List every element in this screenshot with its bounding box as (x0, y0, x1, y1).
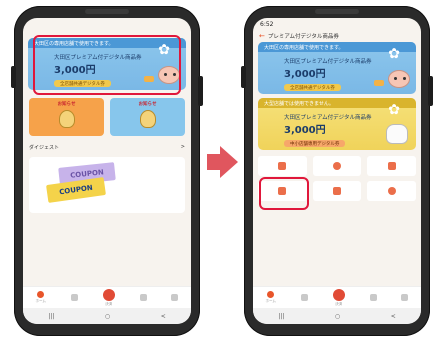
system-nav-bar: ||| ○ < (253, 308, 421, 324)
back-button[interactable]: < (161, 313, 166, 320)
voucher-name: 大田区プレミアム付デジタル商品券 (284, 115, 372, 121)
menu-icon (171, 293, 179, 301)
deer-mascot-icon (386, 124, 408, 144)
section-more-link[interactable]: > (181, 144, 185, 151)
nav-item[interactable] (139, 293, 147, 302)
nav-item[interactable] (401, 293, 409, 302)
mascot-icon (139, 110, 156, 128)
menu-icon (401, 293, 409, 301)
mascot-icon (58, 110, 75, 128)
coin-tile[interactable] (312, 156, 362, 176)
voucher-tag: 中小店舗専用デジタル券 (284, 140, 346, 147)
back-button[interactable]: < (391, 313, 396, 320)
phone-side-button (11, 66, 16, 88)
nav-home[interactable]: ホーム (265, 291, 276, 304)
cake-icon (374, 80, 384, 86)
status-bar: 6:52 (253, 18, 421, 30)
news-card-label: お知らせ (138, 102, 157, 107)
ribbon-icon: ✿ (388, 46, 400, 62)
pig-mascot-icon (388, 70, 410, 88)
back-arrow-icon[interactable]: ← (259, 32, 265, 40)
phone-side-button (428, 76, 433, 106)
speaker-notch (85, 9, 129, 14)
highlight-pay-tile (259, 177, 309, 210)
coin-icon (332, 161, 341, 170)
nav-label: ホーム (35, 299, 46, 303)
history-tile[interactable] (367, 181, 416, 201)
right-screen: 6:52 ← プレミアム付デジタル商品券 大田区の専用店舗で使用できます。 ✿ … (253, 18, 421, 324)
nav-item[interactable] (171, 293, 179, 302)
nav-label: 決済 (105, 301, 113, 306)
pay-icon (332, 288, 345, 301)
right-phone: 6:52 ← プレミアム付デジタル商品券 大田区の専用店舗で使用できます。 ✿ … (241, 6, 433, 336)
phone-side-button (241, 66, 246, 88)
nav-label: 決済 (335, 301, 343, 306)
nav-home[interactable]: ホーム (35, 291, 46, 304)
bottom-nav: ホーム 決済 (253, 286, 421, 308)
home-button[interactable]: ○ (105, 313, 110, 320)
home-icon (37, 291, 45, 298)
voucher-card-all-stores[interactable]: 大田区の専用店舗で使用できます。 ✿ 大田区プレミアム付デジタル商品券 3,00… (258, 42, 416, 94)
pay-tile[interactable] (258, 156, 307, 176)
nav-label: ホーム (265, 299, 276, 303)
bottom-nav: ホーム 決済 (23, 286, 191, 308)
transfer-tile[interactable] (312, 181, 362, 201)
ribbon-icon: ✿ (388, 102, 400, 118)
coupon-ticket: COUPON (46, 177, 106, 203)
arrow-shaft (207, 154, 221, 170)
status-time: 6:52 (260, 20, 274, 28)
nav-item[interactable] (369, 293, 377, 302)
section-title: ダイジェスト (29, 145, 60, 151)
voucher-name: 大田区プレミアム付デジタル商品券 (284, 59, 372, 65)
nav-item[interactable] (70, 293, 78, 302)
card-icon (139, 293, 147, 301)
highlight-voucher (33, 35, 181, 95)
voucher-card-small-stores[interactable]: 大型店舗では使用できません。 ✿ 大田区プレミアム付デジタル商品券 3,000円… (258, 98, 416, 150)
app-header: ← プレミアム付デジタル商品券 (253, 30, 421, 42)
phone-side-button (198, 76, 203, 106)
news-card-label: お知らせ (57, 102, 76, 107)
charge-tile[interactable] (367, 156, 416, 176)
digest-header: ダイジェスト > (29, 144, 185, 151)
tutorial-stage: 大田区の専用店舗で使用できます。 ✿ 大田区プレミアム付デジタル商品券 3,00… (0, 0, 436, 342)
voucher-tag: 全店舗共通デジタル券 (284, 84, 341, 91)
arrow-head (220, 146, 238, 178)
voucher-amount: 3,000円 (284, 69, 326, 80)
recents-button[interactable]: ||| (278, 313, 284, 320)
home-button[interactable]: ○ (335, 313, 340, 320)
pay-icon (278, 161, 287, 170)
news-card[interactable]: お知らせ (110, 98, 185, 136)
history-icon (387, 186, 396, 195)
system-nav-bar: ||| ○ < (23, 308, 191, 324)
voucher-amount: 3,000円 (284, 125, 326, 136)
location-icon (300, 293, 308, 301)
pay-icon (102, 288, 115, 301)
speaker-notch (315, 9, 359, 14)
nav-item[interactable] (300, 293, 308, 302)
nav-pay[interactable]: 決済 (332, 288, 345, 307)
news-cards: お知らせ お知らせ (29, 98, 185, 136)
home-icon (267, 291, 275, 298)
card-icon (369, 293, 377, 301)
charge-icon (387, 161, 396, 170)
status-bar (23, 18, 191, 30)
news-card[interactable]: お知らせ (29, 98, 104, 136)
nav-pay[interactable]: 決済 (102, 288, 115, 307)
transfer-icon (332, 186, 341, 195)
coupon-banner[interactable]: COUPON COUPON (29, 157, 185, 213)
page-title: プレミアム付デジタル商品券 (267, 34, 339, 40)
recents-button[interactable]: ||| (48, 313, 54, 320)
location-icon (70, 293, 78, 301)
